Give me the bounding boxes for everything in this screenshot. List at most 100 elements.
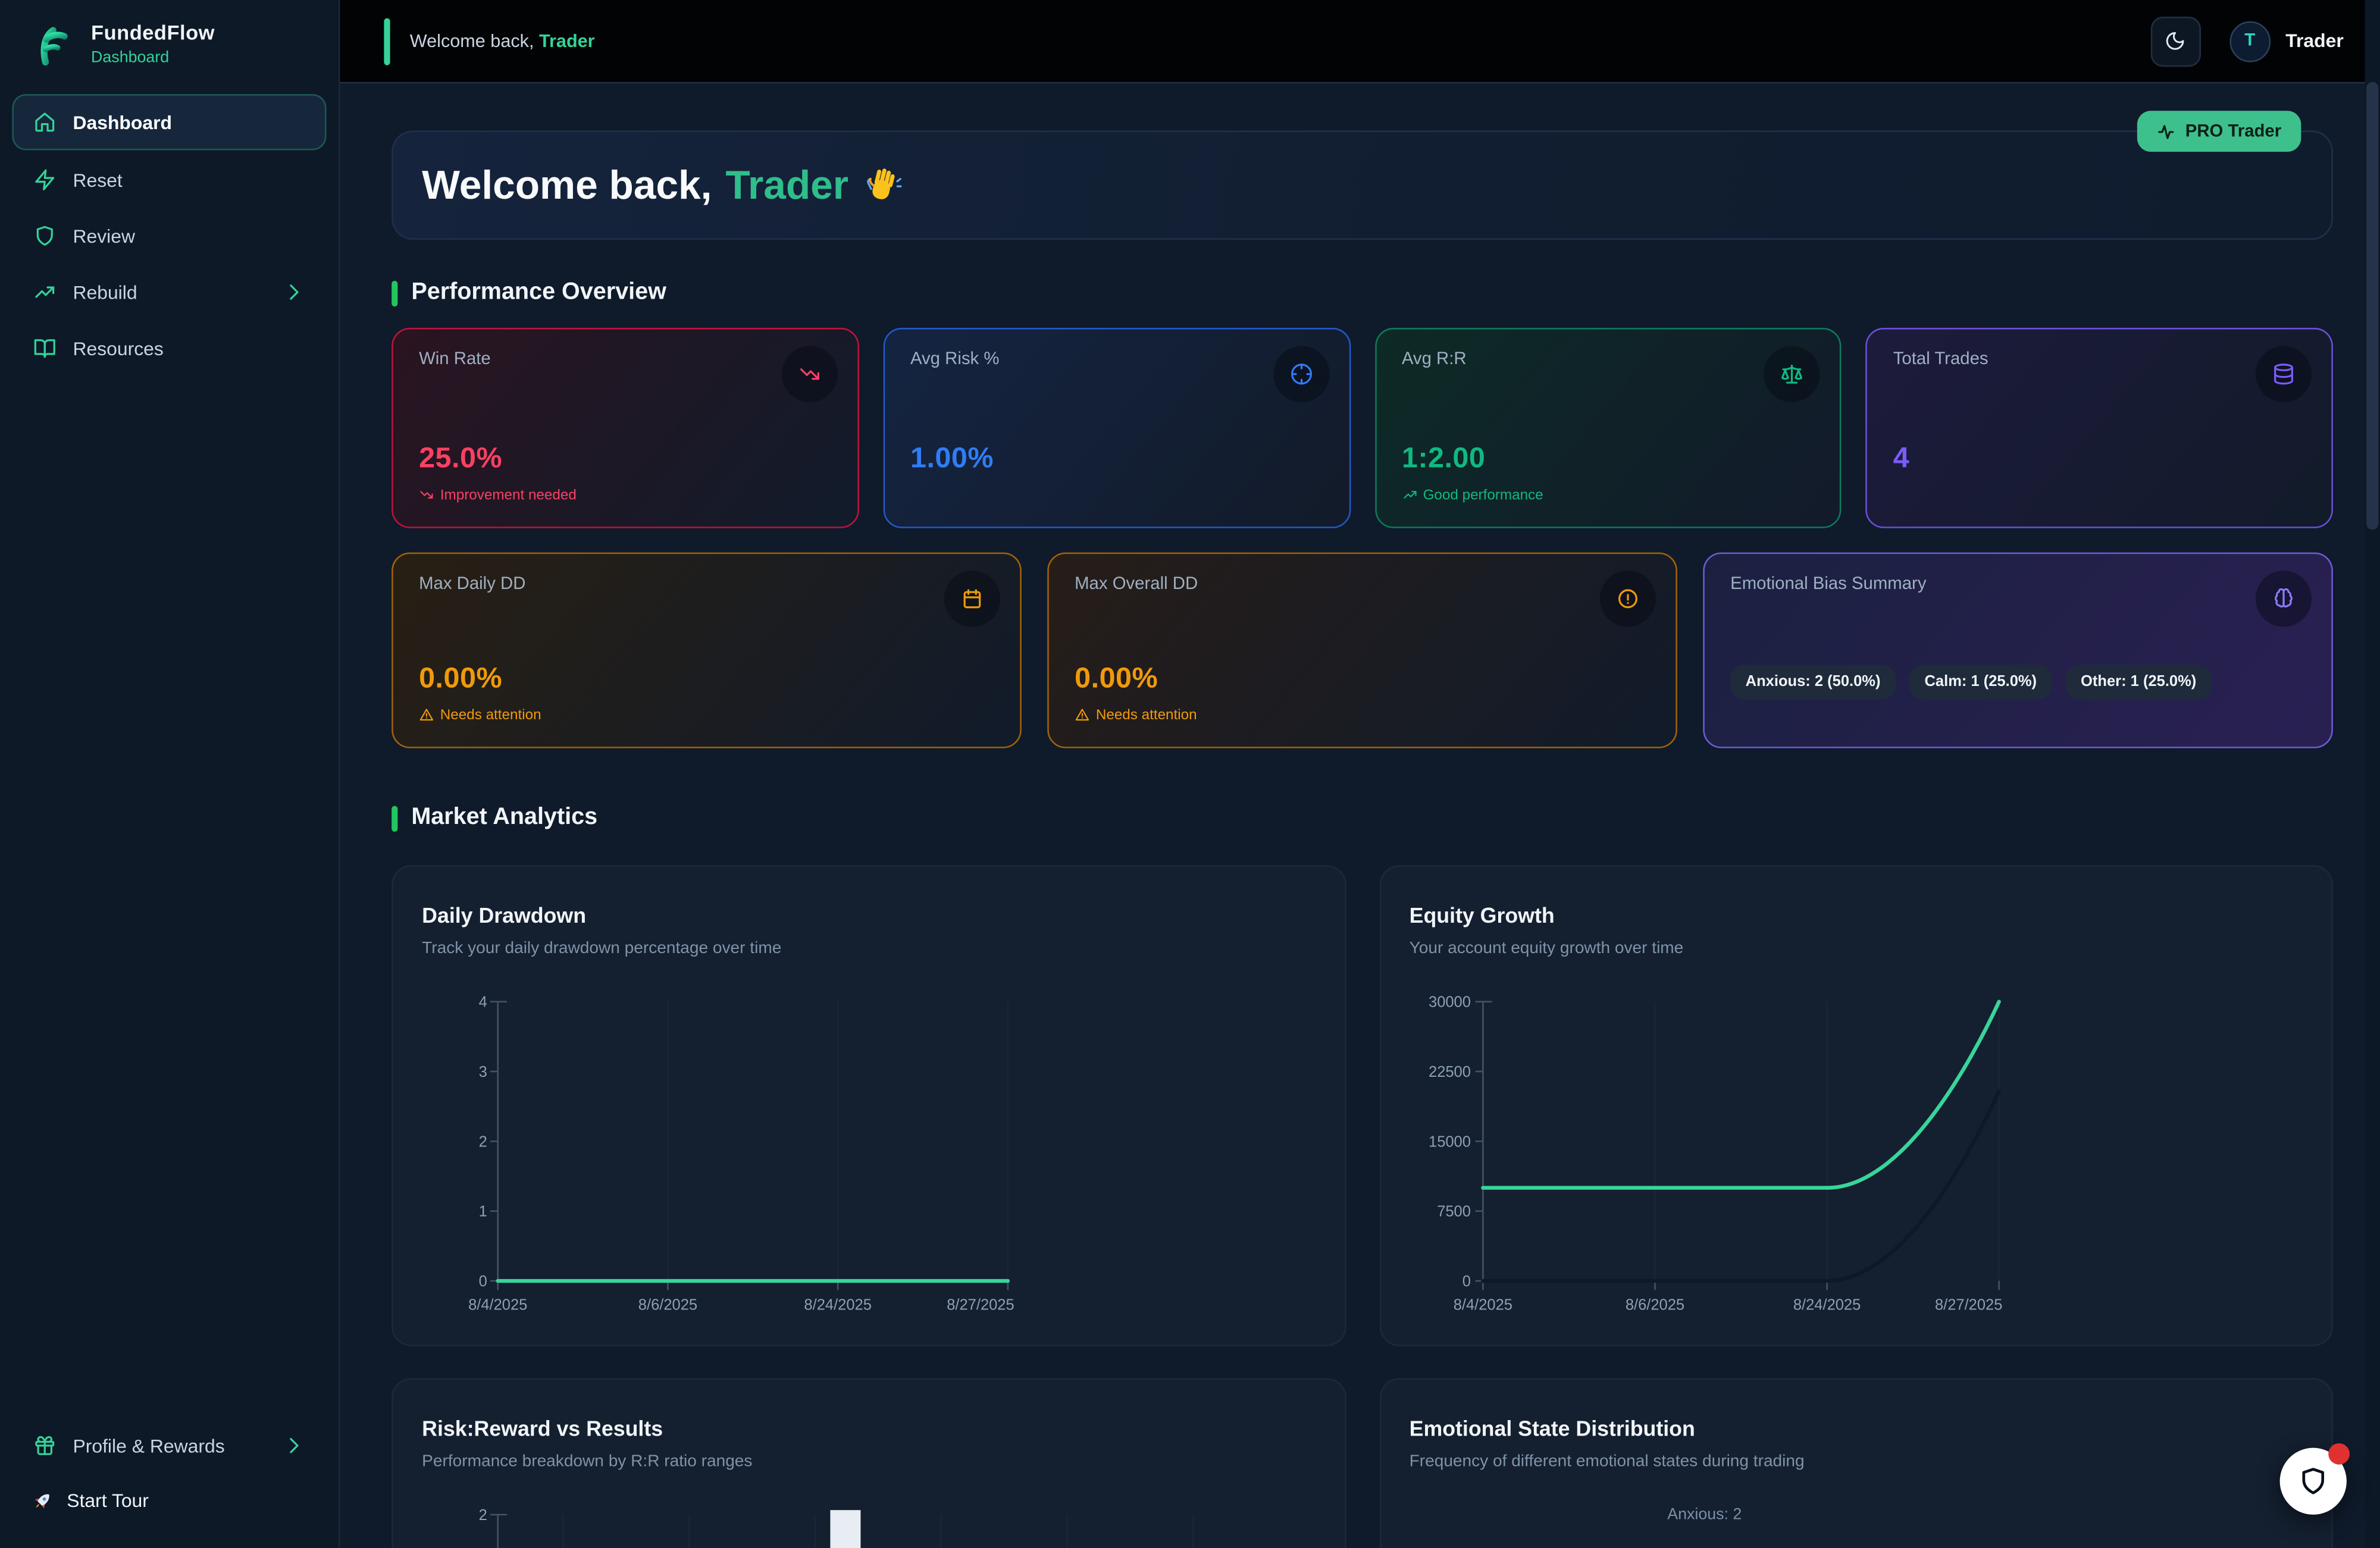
svg-text:Anxious: 2: Anxious: 2 bbox=[1667, 1505, 1741, 1523]
svg-text:15000: 15000 bbox=[1428, 1133, 1470, 1150]
shield-icon bbox=[33, 225, 56, 247]
stat-label: Avg Risk % bbox=[910, 350, 1323, 369]
chevron-right-icon bbox=[282, 281, 305, 303]
stat-card-max-overall-dd: Max Overall DD 0.00% Needs attention bbox=[1047, 553, 1677, 748]
stat-cards-row-1: Win Rate 25.0% Improvement needed Avg Ri… bbox=[392, 328, 2333, 528]
svg-text:8/24/2025: 8/24/2025 bbox=[804, 1297, 871, 1314]
stat-status-label: Needs attention bbox=[1096, 706, 1197, 723]
stat-cards-row-2: Max Daily DD 0.00% Needs attention Max O… bbox=[392, 553, 2333, 748]
stat-value: 0.00% bbox=[1075, 663, 1650, 697]
crosshair-icon bbox=[1273, 346, 1329, 402]
sidebar-item-profile-rewards[interactable]: Profile & Rewards bbox=[12, 1419, 326, 1472]
alert-triangle-icon bbox=[419, 707, 434, 723]
stat-status: Needs attention bbox=[1075, 706, 1650, 724]
welcome-prefix: Welcome back, bbox=[410, 30, 534, 52]
page-scrollbar bbox=[2365, 0, 2380, 1548]
start-tour-button[interactable]: Start Tour bbox=[12, 1475, 326, 1527]
scrollbar-thumb[interactable] bbox=[2366, 82, 2378, 530]
calendar-icon bbox=[944, 571, 1000, 626]
trending-down-icon bbox=[781, 346, 837, 402]
section-title: Market Analytics bbox=[411, 804, 597, 832]
header-user-name: Trader bbox=[2285, 30, 2343, 52]
user-avatar[interactable]: T bbox=[2229, 20, 2271, 61]
notification-dot bbox=[2328, 1443, 2350, 1465]
trending-down-icon bbox=[419, 487, 434, 503]
bias-pill-other: Other: 1 (25.0%) bbox=[2066, 665, 2212, 700]
stat-status bbox=[910, 485, 1323, 504]
svg-text:8/4/2025: 8/4/2025 bbox=[1452, 1297, 1511, 1314]
bias-pill-anxious: Anxious: 2 (50.0%) bbox=[1730, 665, 1896, 700]
sidebar-item-label: Rebuild bbox=[73, 281, 137, 303]
sidebar-item-label: Reset bbox=[73, 169, 122, 190]
alert-circle-icon bbox=[1600, 571, 1656, 626]
stat-card-emotional-bias: Emotional Bias Summary Anxious: 2 (50.0%… bbox=[1703, 553, 2333, 748]
svg-text:4: 4 bbox=[479, 994, 487, 1011]
gift-icon bbox=[33, 1434, 56, 1457]
section-performance-overview: Performance Overview bbox=[392, 279, 2333, 306]
svg-text:0: 0 bbox=[479, 1273, 487, 1290]
banner-title-name: Trader bbox=[725, 162, 848, 209]
stat-status bbox=[1893, 485, 2306, 504]
stat-value: 0.00% bbox=[419, 663, 994, 697]
sidebar-item-label: Resources bbox=[73, 338, 163, 359]
stat-card-total-trades: Total Trades 4 bbox=[1866, 328, 2333, 528]
charts-row-1: Daily Drawdown Track your daily drawdown… bbox=[392, 865, 2333, 1346]
sidebar-item-review[interactable]: Review bbox=[12, 209, 326, 262]
top-header: Welcome back, Trader T Trader bbox=[340, 0, 2380, 83]
sidebar-item-label: Review bbox=[73, 225, 135, 247]
zap-icon bbox=[33, 168, 56, 191]
home-icon bbox=[33, 111, 56, 133]
stat-label: Max Overall DD bbox=[1075, 575, 1650, 594]
stat-status-label: Needs attention bbox=[440, 706, 541, 723]
emotion-distribution-chart: Anxious: 2 bbox=[1380, 1380, 2333, 1548]
chart-card-rr-results: Risk:Reward vs Results Performance break… bbox=[392, 1378, 1345, 1548]
app-window: FundedFlow Dashboard Dashboard Reset Rev… bbox=[0, 0, 2380, 1548]
chart-card-emotion-distribution: Emotional State Distribution Frequency o… bbox=[1379, 1378, 2333, 1548]
avatar-initial: T bbox=[2244, 32, 2255, 51]
support-shield-button[interactable] bbox=[2280, 1448, 2347, 1515]
chart-card-daily-drawdown: Daily Drawdown Track your daily drawdown… bbox=[392, 865, 1345, 1346]
svg-text:8/4/2025: 8/4/2025 bbox=[468, 1297, 527, 1314]
stat-card-max-daily-dd: Max Daily DD 0.00% Needs attention bbox=[392, 553, 1022, 748]
section-accent-bar bbox=[392, 280, 397, 306]
header-accent-pill bbox=[384, 17, 390, 64]
sidebar-item-reset[interactable]: Reset bbox=[12, 153, 326, 206]
stat-label: Emotional Bias Summary bbox=[1730, 575, 2306, 594]
bias-pill-calm: Calm: 1 (25.0%) bbox=[1909, 665, 2052, 700]
moon-icon bbox=[2165, 30, 2186, 52]
stat-status-label: Good performance bbox=[1423, 487, 1543, 503]
sidebar-item-label: Profile & Rewards bbox=[73, 1435, 224, 1456]
pro-trader-badge: PRO Trader bbox=[2137, 111, 2301, 152]
alert-triangle-icon bbox=[1075, 707, 1090, 723]
stat-label: Win Rate bbox=[419, 350, 831, 369]
pro-trader-badge-label: PRO Trader bbox=[2185, 122, 2281, 140]
daily-drawdown-chart: 012348/4/20258/6/20258/24/20258/27/2025 bbox=[393, 867, 1346, 1346]
bias-pill-row: Anxious: 2 (50.0%) Calm: 1 (25.0%) Other… bbox=[1730, 665, 2306, 700]
sidebar-item-resources[interactable]: Resources bbox=[12, 322, 326, 375]
svg-text:1: 1 bbox=[479, 1204, 487, 1220]
stat-value: 1.00% bbox=[910, 443, 1323, 477]
stat-value: 4 bbox=[1893, 443, 2306, 477]
stat-value: 25.0% bbox=[419, 443, 831, 477]
svg-text:8/6/2025: 8/6/2025 bbox=[638, 1297, 697, 1314]
section-market-analytics: Market Analytics bbox=[392, 804, 2333, 832]
sidebar-nav: Dashboard Reset Review Rebuild Resources bbox=[12, 91, 326, 378]
section-accent-bar bbox=[392, 805, 397, 831]
start-tour-label: Start Tour bbox=[67, 1490, 149, 1512]
sidebar-item-rebuild[interactable]: Rebuild bbox=[12, 265, 326, 318]
stat-card-avg-rr: Avg R:R 1:2.00 Good performance bbox=[1374, 328, 1842, 528]
sidebar-footer: Profile & Rewards Start Tour bbox=[12, 1416, 326, 1527]
book-open-icon bbox=[33, 337, 56, 359]
rr-results-chart: 2 bbox=[393, 1380, 1346, 1548]
welcome-banner-title: Welcome back, Trader bbox=[422, 162, 901, 209]
activity-icon bbox=[2156, 122, 2175, 140]
theme-toggle-button[interactable] bbox=[2150, 16, 2200, 66]
section-title: Performance Overview bbox=[411, 279, 666, 306]
stat-card-win-rate: Win Rate 25.0% Improvement needed bbox=[392, 328, 859, 528]
svg-text:8/27/2025: 8/27/2025 bbox=[1934, 1297, 2002, 1314]
sidebar-item-dashboard[interactable]: Dashboard bbox=[12, 94, 326, 150]
welcome-username: Trader bbox=[539, 30, 595, 52]
trending-up-icon bbox=[33, 281, 56, 303]
stat-status: Improvement needed bbox=[419, 485, 831, 504]
svg-text:30000: 30000 bbox=[1428, 994, 1470, 1011]
